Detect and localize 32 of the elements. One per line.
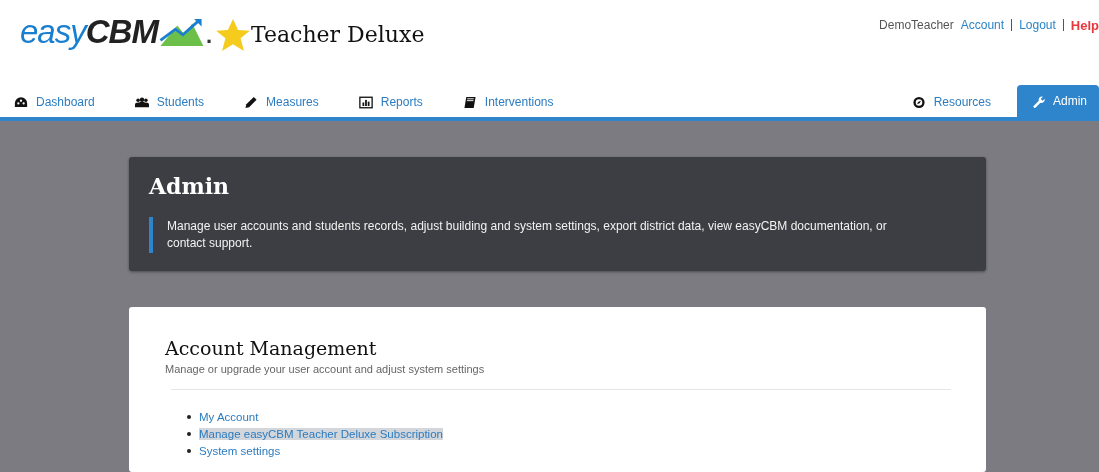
header-link[interactable]: Logout (1019, 18, 1056, 32)
list-link[interactable]: System settings (199, 444, 281, 457)
nav-tab[interactable]: Students (120, 87, 217, 117)
bullet-icon (187, 448, 191, 453)
bar-chart-icon (358, 95, 373, 109)
logo-wordmark: easyCBM (20, 14, 158, 50)
nav-tab[interactable]: Reports (344, 87, 435, 117)
logo-dot: . (205, 24, 212, 48)
bullet-icon (187, 431, 191, 436)
username: DemoTeacher (879, 18, 954, 32)
page-description: Manage user accounts and students records, adjust building and system settings, export district data, view easyCBM documentation, or contact support. (149, 217, 966, 253)
list-link[interactable]: My Account (199, 410, 259, 423)
list-link[interactable]: Manage easyCBM Teacher Deluxe Subscription (199, 427, 443, 440)
star-icon (216, 19, 250, 51)
bullet-icon (187, 414, 191, 419)
pencil-icon (244, 95, 259, 109)
nav-tab[interactable]: Admin (1017, 85, 1099, 117)
header-link[interactable]: Account (960, 18, 1005, 32)
nav-tab[interactable]: Interventions (448, 87, 566, 117)
compass-icon (911, 95, 926, 109)
product-name: Teacher Deluxe (251, 21, 425, 49)
section-title: Account Management (165, 337, 378, 359)
nav-tab[interactable]: Resources (897, 87, 1003, 117)
nav-tab[interactable]: Measures (230, 87, 331, 117)
section-subtitle: Manage or upgrade your user account and adjust system settings (165, 363, 486, 375)
wrench-icon (1031, 94, 1045, 108)
nav-tab[interactable]: Dashboard (0, 87, 107, 117)
book-icon (462, 95, 477, 109)
page-title: Admin (149, 173, 231, 199)
help-link[interactable]: Help (1070, 17, 1099, 33)
dashboard-icon (14, 95, 28, 109)
people-icon (134, 95, 149, 109)
